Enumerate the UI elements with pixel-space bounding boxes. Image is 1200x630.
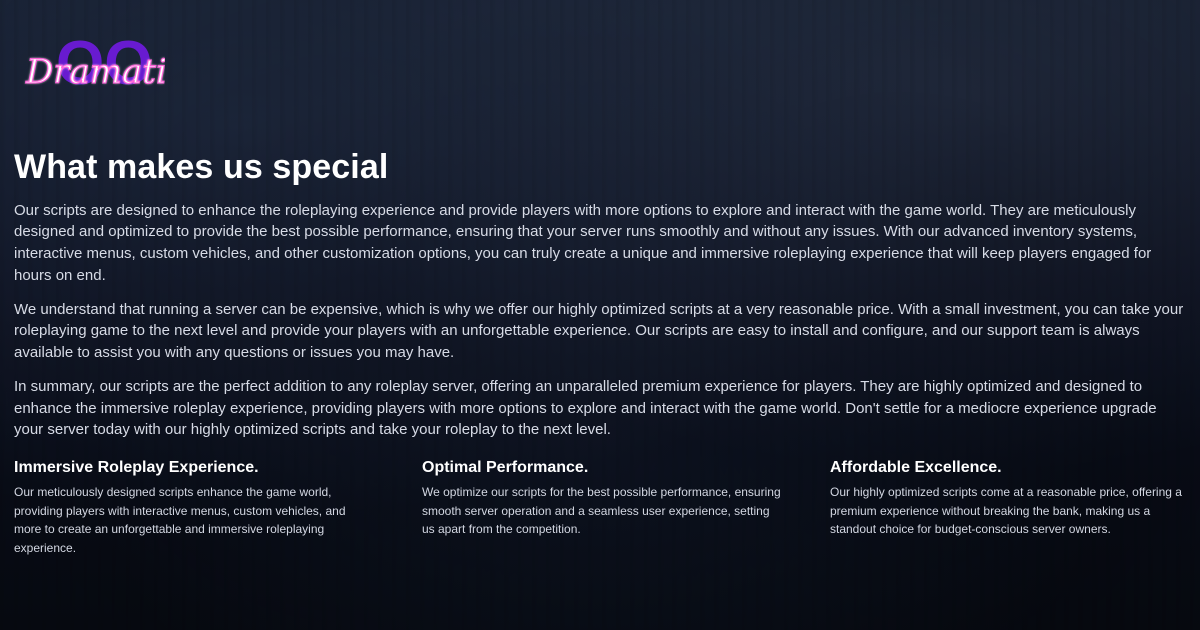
intro-paragraph-3: In summary, our scripts are the perfect … bbox=[14, 377, 1157, 439]
feature-description: Our meticulously designed scripts enhanc… bbox=[14, 485, 346, 555]
feature-description: We optimize our scripts for the best pos… bbox=[422, 485, 781, 537]
page-title: What makes us special bbox=[14, 148, 389, 186]
page: OO Dramatic Dramatic What makes us speci… bbox=[0, 0, 1200, 630]
feature-immersive-roleplay: Immersive Roleplay Experience. Our metic… bbox=[14, 458, 422, 558]
feature-title: Immersive Roleplay Experience. bbox=[14, 459, 259, 476]
feature-description: Our highly optimized scripts come at a r… bbox=[830, 485, 1182, 537]
brand-logo: OO Dramatic Dramatic bbox=[20, 28, 165, 96]
feature-affordable-excellence: Affordable Excellence. Our highly optimi… bbox=[830, 458, 1186, 558]
intro-paragraph-2: We understand that running a server can … bbox=[14, 300, 1184, 362]
features-row: Immersive Roleplay Experience. Our metic… bbox=[14, 458, 1186, 558]
feature-title: Optimal Performance. bbox=[422, 459, 589, 476]
logo-script-outline: Dramatic bbox=[25, 52, 165, 92]
feature-title: Affordable Excellence. bbox=[830, 459, 1002, 476]
feature-optimal-performance: Optimal Performance. We optimize our scr… bbox=[422, 458, 830, 558]
intro-paragraph-1: Our scripts are designed to enhance the … bbox=[14, 201, 1152, 284]
